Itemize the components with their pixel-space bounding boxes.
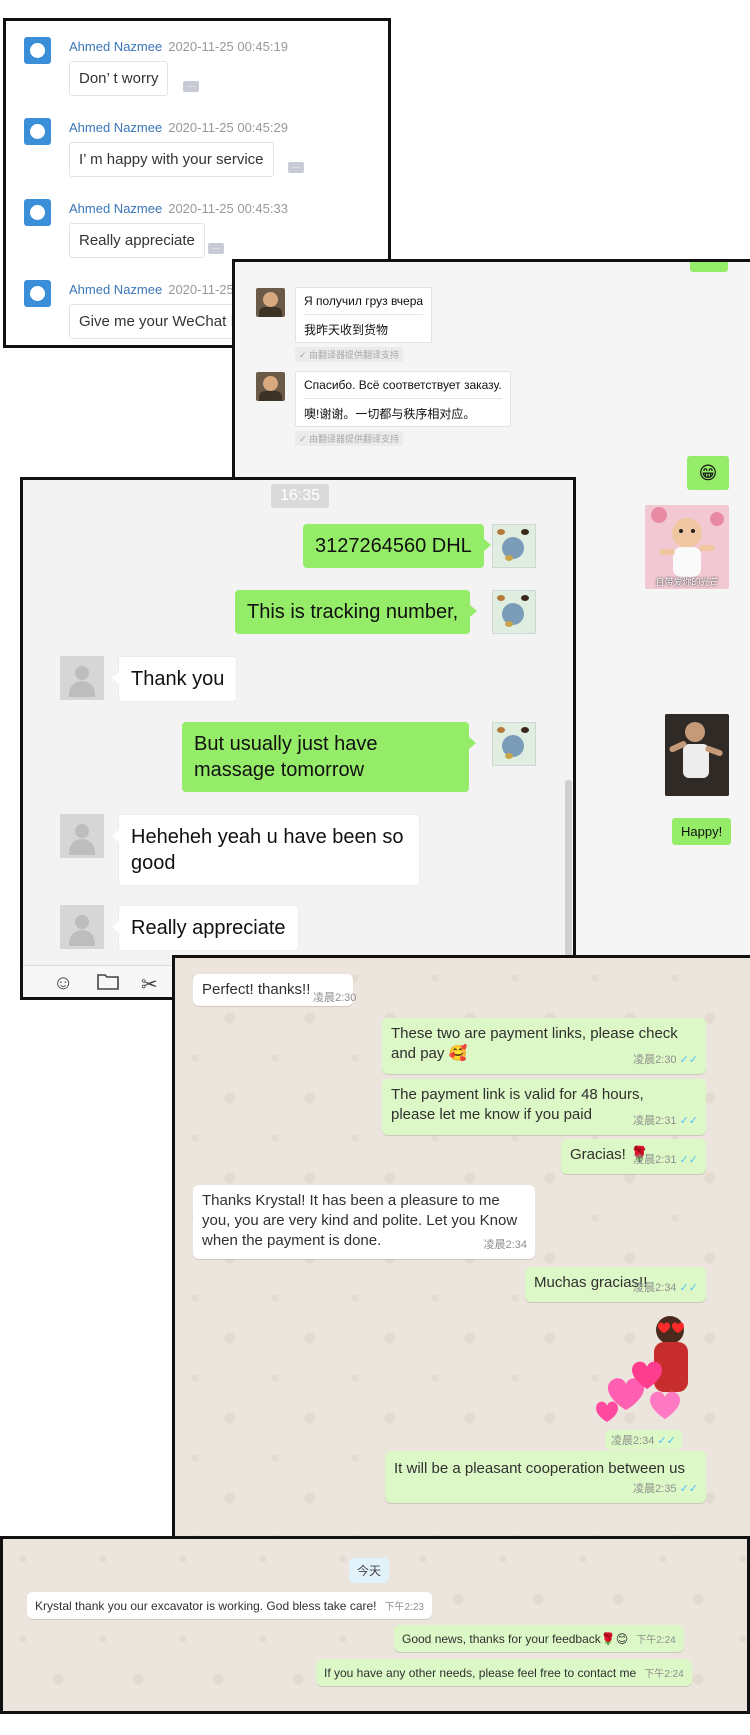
read-receipt-icon: ✓✓ [679, 1282, 698, 1294]
customer-avatar-icon [24, 37, 51, 64]
original-text: Спасибо. Всё соответствует заказу. [304, 378, 502, 399]
wechat-chat-panel: 16:35 3127264560 DHL This is tracking nu… [20, 477, 576, 1000]
sticker-time-badge: 凌晨2:34 ✓✓ [605, 1430, 682, 1450]
day-divider: 今天 [349, 1558, 390, 1583]
sent-message-bubble: These two are payment links, please chec… [382, 1018, 706, 1074]
translated-message-card: Я получил груз вчера 我昨天收到货物 [295, 287, 433, 343]
my-avatar[interactable] [492, 722, 536, 766]
folder-icon[interactable] [97, 972, 119, 996]
whatsapp-chat-panel: Perfect! thanks!! 凌晨2:30 These two are p… [172, 955, 750, 1540]
sent-message-bubble: If you have any other needs, please feel… [316, 1659, 692, 1686]
message-text: Krystal thank you our excavator is worki… [35, 1599, 377, 1613]
grinning-emoji-icon: 😁 [698, 463, 718, 484]
sender-name[interactable]: Ahmed Nazmee [69, 39, 162, 54]
message-timestamp: 2020-11-25 00:45:33 [168, 201, 288, 216]
emoji-icon[interactable]: ☺ [53, 972, 73, 995]
more-options-icon[interactable]: ... [208, 242, 224, 254]
emoji-message-bubble: 😁 [687, 456, 729, 490]
read-receipt-icon: ✓✓ [679, 1154, 698, 1166]
contact-avatar[interactable] [60, 656, 104, 700]
message-time: 凌晨2:30 [313, 992, 357, 1004]
scissors-icon[interactable]: ✂ [141, 972, 158, 997]
sent-message-bubble: Gracias! 🌹 凌晨2:31 ✓✓ [561, 1139, 706, 1174]
sent-message-bubble: Muchas gracias!! 凌晨2:34 ✓✓ [525, 1267, 706, 1302]
sender-name[interactable]: Ahmed Nazmee [69, 201, 162, 216]
sent-message-bubble: This is tracking number, [235, 590, 478, 634]
contact-avatar[interactable] [60, 814, 104, 858]
contact-avatar[interactable] [256, 288, 285, 317]
customer-avatar-icon [24, 280, 51, 307]
received-message-bubble: Thank you [111, 656, 238, 702]
sent-message-bubble: Happy! [672, 818, 732, 845]
whatsapp-today-panel: 今天 Krystal thank you our excavator is wo… [0, 1536, 750, 1714]
sent-message-bubble: But usually just have massage tomorrow [182, 722, 476, 792]
message-text: It will be a pleasant cooperation betwee… [394, 1460, 686, 1477]
sent-message-bubble: 3127264560 DHL [303, 524, 491, 568]
read-receipt-icon: ✓✓ [679, 1483, 698, 1495]
sent-message-bubble: The payment link is valid for 48 hours, … [382, 1079, 706, 1135]
hearts-sticker-image[interactable] [588, 1310, 706, 1430]
translated-text: 我昨天收到货物 [304, 323, 389, 337]
translated-message-card: Спасибо. Всё соответствует заказу. 噢!谢谢。… [295, 371, 511, 427]
translation-note: ✓ 由翻译器提供翻译支持 [295, 347, 404, 362]
message-text: If you have any other needs, please feel… [324, 1666, 637, 1680]
message-time: 凌晨2:34 [633, 1282, 677, 1294]
message-bubble: Really appreciate [69, 223, 205, 258]
message-time: 凌晨2:31 [633, 1154, 677, 1166]
message-time: 凌晨2:34 [483, 1239, 527, 1251]
sender-name[interactable]: Ahmed Nazmee [69, 282, 162, 297]
hearts-sticker-icon [596, 1316, 688, 1422]
message-timestamp: 2020-11-25 [168, 282, 234, 297]
message-time: 凌晨2:30 [633, 1054, 677, 1066]
more-options-icon[interactable]: ... [288, 161, 304, 173]
message-text: Good news, thanks for your feedback🌹😊 [402, 1632, 629, 1646]
message-time: 下午2:24 [636, 1635, 676, 1646]
my-avatar[interactable] [492, 590, 536, 634]
message-bubble: I’ m happy with your service [69, 142, 274, 177]
received-message-bubble: Thanks Krystal! It has been a pleasure t… [193, 1185, 535, 1259]
translated-text: 噢!谢谢。一切都与秩序相对应。 [304, 407, 476, 421]
message-bubble: Don’ t worry [69, 61, 169, 96]
message-text: Perfect! thanks!! [202, 981, 311, 998]
message-time: 下午2:24 [644, 1669, 684, 1680]
more-options-icon[interactable]: ... [183, 80, 199, 92]
message-text: Muchas gracias!! [534, 1274, 648, 1291]
message-text: Thanks Krystal! It has been a pleasure t… [202, 1192, 518, 1249]
received-message-bubble: Perfect! thanks!! 凌晨2:30 [193, 974, 357, 1006]
translation-note: ✓ 由翻译器提供翻译支持 [295, 431, 404, 446]
sent-message-bubble: It will be a pleasant cooperation betwee… [385, 1451, 706, 1503]
received-message-bubble: Krystal thank you our excavator is worki… [27, 1592, 432, 1619]
read-receipt-icon: ✓✓ [679, 1115, 698, 1127]
sticker-caption: 自带爱你的光芒 [655, 577, 719, 587]
time-divider: 16:35 [271, 484, 330, 508]
received-message-bubble: Heheheh yeah u have been so good [112, 814, 420, 886]
message-time: 凌晨2:31 [633, 1115, 677, 1127]
contact-avatar[interactable] [60, 905, 104, 949]
dancing-kid-sticker-image[interactable] [665, 714, 729, 796]
dancing-kid-sticker-icon [665, 714, 729, 796]
message-time: 下午2:23 [384, 1602, 424, 1613]
customer-avatar-icon [24, 199, 51, 226]
message-time: 凌晨2:35 [633, 1483, 677, 1495]
message-time: 凌晨2:34 [611, 1435, 655, 1447]
my-avatar[interactable] [492, 524, 536, 568]
contact-avatar[interactable] [256, 372, 285, 401]
sent-message-bubble [690, 262, 728, 272]
message-bubble: Give me your WeChat I [69, 304, 245, 339]
baby-sticker-image[interactable]: 自带爱你的光芒 [645, 505, 729, 589]
read-receipt-icon: ✓✓ [679, 1054, 698, 1066]
original-text: Я получил груз вчера [304, 294, 424, 315]
sent-message-bubble: Good news, thanks for your feedback🌹😊 下午2… [394, 1625, 684, 1652]
message-timestamp: 2020-11-25 00:45:19 [168, 39, 288, 54]
customer-avatar-icon [24, 118, 51, 145]
received-message-bubble: Really appreciate [112, 905, 299, 951]
message-timestamp: 2020-11-25 00:45:29 [168, 120, 288, 135]
read-receipt-icon: ✓✓ [657, 1435, 676, 1447]
sender-name[interactable]: Ahmed Nazmee [69, 120, 162, 135]
